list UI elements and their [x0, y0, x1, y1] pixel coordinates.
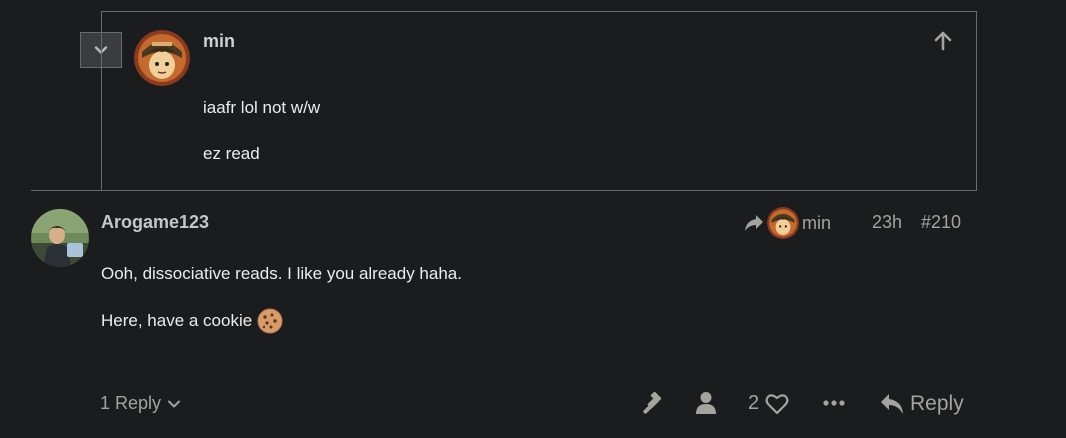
share-arrow-icon: [745, 215, 763, 231]
avatar: [767, 207, 799, 239]
user-icon: [696, 392, 716, 414]
gavel-icon: [643, 392, 662, 414]
avatar[interactable]: [31, 209, 89, 267]
user-info-button[interactable]: [695, 391, 717, 415]
cookie-emoji-icon: [257, 308, 283, 334]
avatar[interactable]: [134, 30, 190, 86]
embedded-text-line: ez read: [203, 144, 260, 163]
reply-button[interactable]: Reply: [880, 392, 964, 416]
post-text: Here, have a cookie: [101, 311, 253, 330]
embedded-text-line: iaafr lol not w/w: [203, 98, 321, 117]
more-actions-button[interactable]: [822, 396, 846, 410]
heart-icon: [765, 393, 789, 414]
post-text-line: Ooh, dissociative reads. I like you alre…: [101, 264, 462, 283]
embedded-username[interactable]: min: [203, 31, 235, 52]
reply-to-username: min: [802, 212, 832, 233]
post-divider: [31, 190, 976, 191]
post-username[interactable]: Arogame123: [101, 212, 209, 233]
post-number[interactable]: #210: [921, 212, 961, 233]
like-count: 2: [748, 392, 760, 414]
reply-to-link[interactable]: min: [744, 207, 831, 239]
jump-to-post-button[interactable]: [931, 29, 955, 53]
moderation-button[interactable]: [640, 392, 666, 416]
ellipsis-icon: [823, 400, 845, 406]
post-text-line: Here, have a cookie: [101, 308, 283, 334]
post-date[interactable]: 23h: [872, 212, 902, 233]
replies-count-label: 1 Reply: [100, 393, 162, 413]
topic-post-stream: min iaafr lol not w/w ez read Arogame123: [0, 0, 1066, 438]
like-button[interactable]: 2: [748, 392, 789, 415]
show-replies-button[interactable]: 1 Reply: [100, 393, 181, 414]
reply-arrow-icon: [881, 394, 903, 414]
chevron-down-icon: [168, 400, 181, 407]
reply-label: Reply: [910, 392, 964, 415]
arrow-up-icon: [934, 31, 952, 51]
